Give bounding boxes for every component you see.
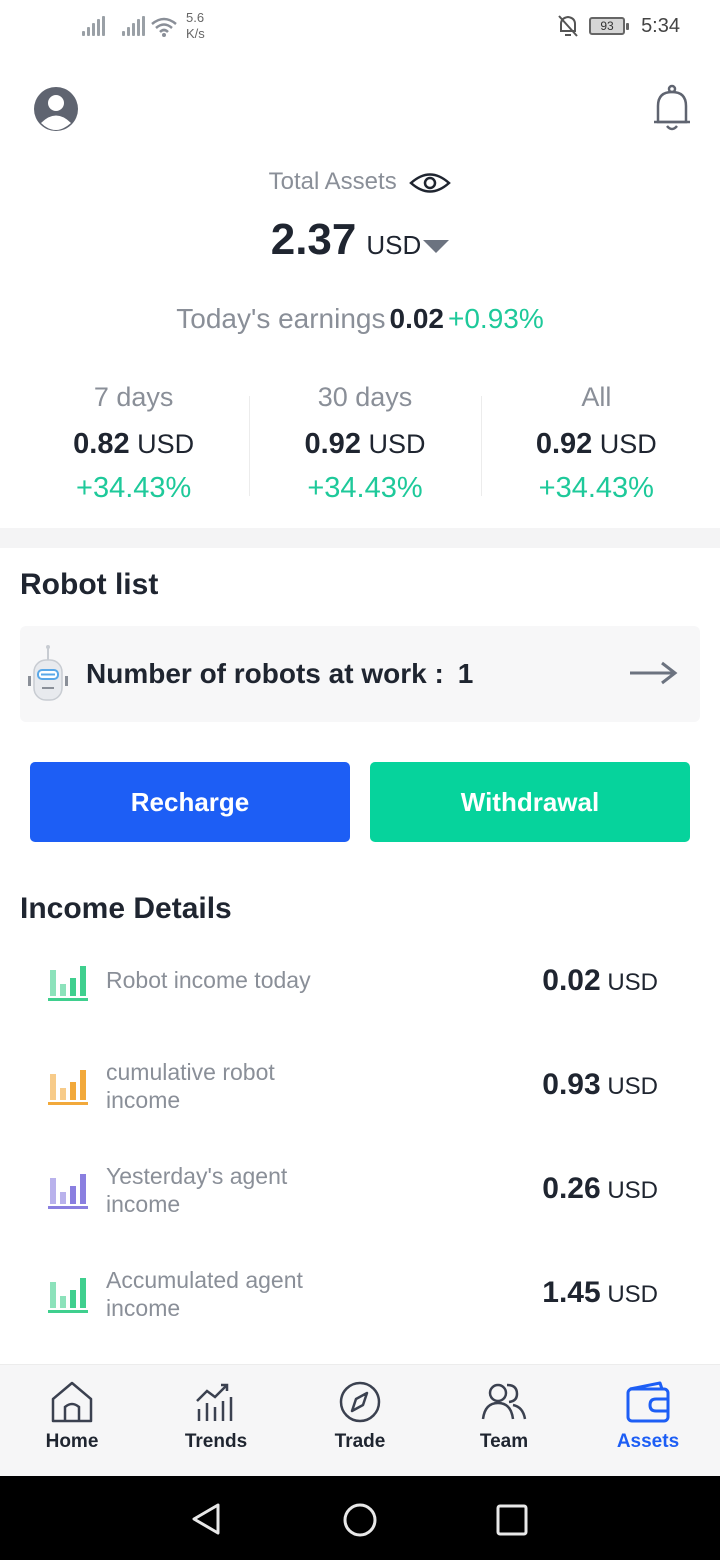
signal-icon — [122, 16, 145, 36]
period-30-days: 30 days 0.92 USD +34.43% — [249, 378, 480, 518]
income-row-cumulative-robot: cumulative robot income 0.93 USD — [20, 1059, 700, 1142]
system-navigation-bar — [0, 1476, 720, 1560]
nav-home[interactable]: Home — [0, 1365, 144, 1476]
network-speed: 5.6 K/s — [186, 10, 205, 41]
robots-at-work: Number of robots at work :1 — [86, 658, 474, 689]
withdrawal-button[interactable]: Withdrawal — [370, 762, 690, 842]
arrow-right-icon[interactable] — [628, 660, 678, 686]
period-all: All 0.92 USD +34.43% — [480, 378, 712, 518]
nav-team[interactable]: Team — [432, 1365, 576, 1476]
nav-trends[interactable]: Trends — [144, 1365, 288, 1476]
avatar-icon[interactable] — [33, 86, 79, 132]
bell-icon[interactable] — [650, 84, 694, 134]
nav-assets[interactable]: Assets — [576, 1365, 720, 1476]
robot-list-card[interactable]: Number of robots at work :1 — [20, 626, 700, 722]
eye-icon[interactable] — [409, 170, 452, 196]
signal-icon — [82, 16, 105, 36]
trends-icon — [196, 1383, 233, 1421]
team-icon — [481, 1383, 527, 1420]
home-icon — [51, 1381, 93, 1423]
bar-chart-icon — [48, 1174, 88, 1209]
income-details-title: Income Details — [20, 892, 232, 925]
bar-chart-icon — [48, 1070, 88, 1105]
income-row-robot-today: Robot income today 0.02 USD — [20, 958, 700, 1038]
nav-trade[interactable]: Trade — [288, 1365, 432, 1476]
compass-icon — [339, 1381, 381, 1423]
section-divider — [0, 528, 720, 548]
wifi-icon — [151, 17, 177, 37]
total-assets-amount: 2.37 USD — [0, 215, 720, 265]
home-circle-icon[interactable] — [342, 1502, 378, 1538]
period-stats: 7 days 0.82 USD +34.43% 30 days 0.92 USD… — [18, 378, 712, 518]
status-bar: 5.6 K/s 93 5:34 — [0, 0, 720, 56]
period-7-days: 7 days 0.82 USD +34.43% — [73, 382, 195, 504]
robot-list-title: Robot list — [20, 568, 159, 601]
currency-selector[interactable]: USD — [366, 230, 421, 260]
todays-earnings: Today's earnings 0.02 +0.93% — [176, 303, 544, 334]
robot-icon — [28, 645, 68, 701]
income-row-accumulated-agent: Accumulated agent income 1.45 USD — [20, 1267, 700, 1350]
total-assets-label: Total Assets — [0, 168, 720, 196]
back-icon[interactable] — [190, 1502, 222, 1536]
bar-chart-icon — [48, 966, 88, 1001]
battery-indicator: 93 — [589, 17, 630, 35]
bell-muted-icon — [558, 15, 578, 37]
total-amount: 2.37 — [270, 215, 357, 264]
clock: 5:34 — [641, 14, 680, 37]
recharge-button[interactable]: Recharge — [30, 762, 350, 842]
recents-icon[interactable] — [496, 1504, 528, 1536]
bar-chart-icon — [48, 1278, 88, 1313]
chevron-down-icon[interactable] — [423, 240, 450, 254]
bottom-nav: Home Trends Trade Team Assets — [0, 1364, 720, 1476]
wallet-icon — [626, 1381, 670, 1423]
income-row-yesterday-agent: Yesterday's agent income 0.26 USD — [20, 1163, 700, 1246]
